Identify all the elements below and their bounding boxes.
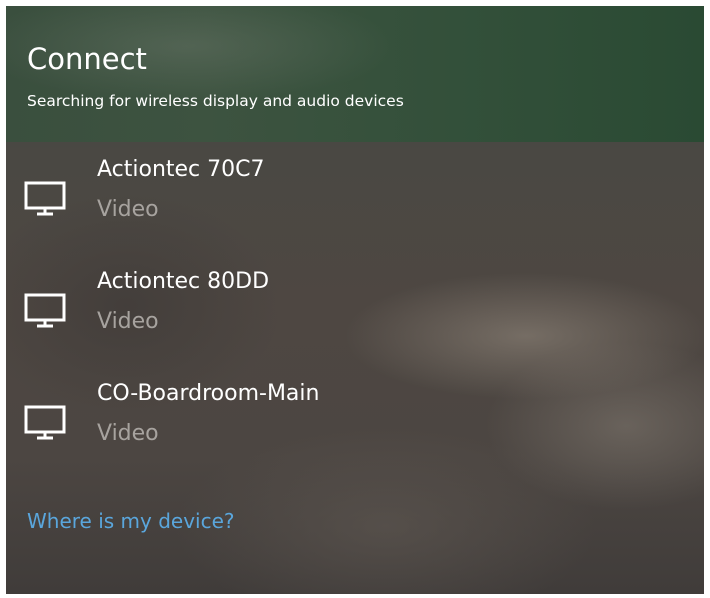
page-title: Connect — [27, 42, 147, 76]
where-is-my-device-link[interactable]: Where is my device? — [27, 508, 235, 534]
device-type: Video — [97, 197, 159, 222]
device-name: Actiontec 80DD — [97, 269, 270, 294]
device-name: Actiontec 70C7 — [97, 157, 265, 182]
monitor-icon — [24, 293, 66, 328]
device-item-actiontec-70c7[interactable]: Actiontec 70C7 Video — [6, 156, 704, 260]
search-status: Searching for wireless display and audio… — [27, 92, 404, 110]
device-type: Video — [97, 421, 159, 446]
monitor-icon — [24, 181, 66, 216]
device-item-actiontec-80dd[interactable]: Actiontec 80DD Video — [6, 268, 704, 372]
device-item-co-boardroom-main[interactable]: CO-Boardroom-Main Video — [6, 380, 704, 484]
connect-panel: Connect Searching for wireless display a… — [6, 6, 704, 594]
monitor-icon — [24, 405, 66, 440]
device-type: Video — [97, 309, 159, 334]
device-name: CO-Boardroom-Main — [97, 381, 320, 406]
connect-header: Connect Searching for wireless display a… — [6, 6, 704, 142]
